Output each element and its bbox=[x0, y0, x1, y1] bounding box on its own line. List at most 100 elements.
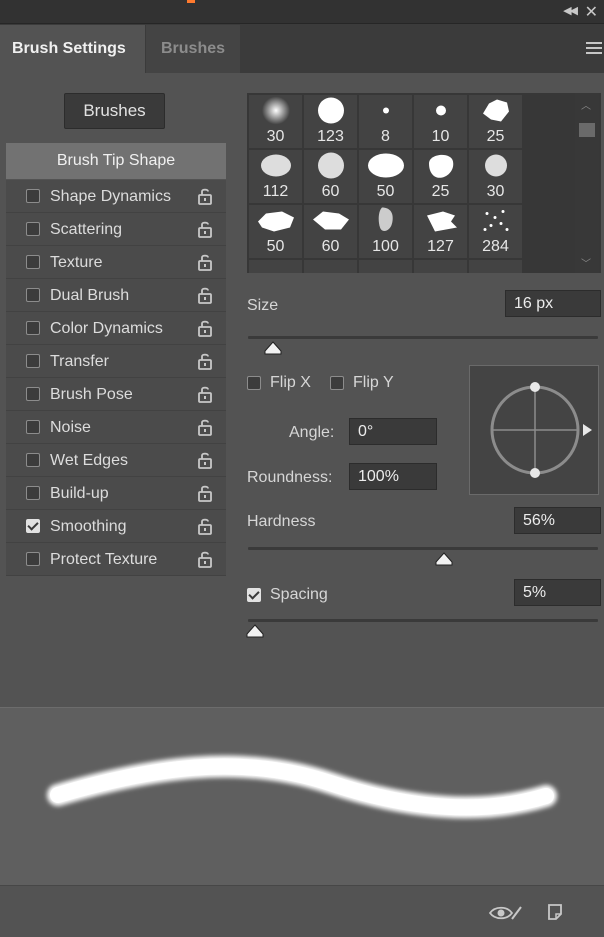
scrollbar-thumb[interactable] bbox=[579, 123, 595, 137]
lock-icon[interactable] bbox=[197, 187, 213, 205]
lock-icon[interactable] bbox=[197, 220, 213, 238]
brush-tip-shape-item[interactable]: Brush Tip Shape bbox=[6, 143, 226, 179]
brush-preset-tile[interactable]: 50 bbox=[249, 205, 302, 258]
brush-option-transfer[interactable]: Transfer bbox=[6, 345, 226, 378]
brush-option-color-dynamics[interactable]: Color Dynamics bbox=[6, 312, 226, 345]
brush-preset-tile[interactable] bbox=[414, 260, 467, 273]
panel-footer bbox=[0, 885, 604, 937]
new-preset-icon[interactable] bbox=[546, 903, 564, 921]
brush-preset-tile[interactable]: 60 bbox=[304, 150, 357, 203]
brush-tip-thumbnail bbox=[316, 151, 346, 186]
window-titlebar: ◀◀ ✕ bbox=[0, 0, 604, 24]
brush-preset-tile[interactable] bbox=[469, 260, 522, 273]
lock-icon[interactable] bbox=[197, 286, 213, 304]
brush-tip-thumbnail bbox=[434, 104, 448, 123]
brush-option-build-up[interactable]: Build-up bbox=[6, 477, 226, 510]
preset-scrollbar[interactable]: ︿ ﹀ bbox=[575, 93, 599, 273]
brush-settings-panel: Brushes Brush Tip Shape Shape Dynamics Sc… bbox=[0, 73, 604, 707]
brush-preset-size: 123 bbox=[317, 128, 344, 145]
brush-tip-thumbnail bbox=[259, 153, 293, 184]
brush-option-protect-texture[interactable]: Protect Texture bbox=[6, 543, 226, 576]
brush-preset-tile[interactable]: 50 bbox=[359, 150, 412, 203]
brush-preset-tile[interactable]: 30 bbox=[469, 150, 522, 203]
lock-icon[interactable] bbox=[197, 451, 213, 469]
brush-preset-tile[interactable]: 123 bbox=[304, 95, 357, 148]
angle-field[interactable]: 0° bbox=[349, 418, 437, 445]
angle-dial[interactable] bbox=[470, 366, 598, 494]
lock-icon[interactable] bbox=[197, 517, 213, 535]
brush-preset-tile[interactable]: 25 bbox=[469, 95, 522, 148]
brush-preset-size: 8 bbox=[381, 128, 390, 145]
option-checkbox[interactable] bbox=[26, 420, 40, 434]
brush-preset-tile[interactable] bbox=[304, 260, 357, 273]
brush-preset-tile[interactable] bbox=[359, 260, 412, 273]
brush-preset-tile[interactable]: 10 bbox=[414, 95, 467, 148]
option-checkbox[interactable] bbox=[26, 519, 40, 533]
angle-roundness-widget[interactable] bbox=[469, 365, 599, 495]
brush-preset-tile[interactable]: 100 bbox=[359, 205, 412, 258]
brush-preset-tile[interactable]: 112 bbox=[249, 150, 302, 203]
brush-option-texture[interactable]: Texture bbox=[6, 246, 226, 279]
option-label: Build-up bbox=[50, 485, 109, 502]
brush-option-scattering[interactable]: Scattering bbox=[6, 213, 226, 246]
option-checkbox[interactable] bbox=[26, 387, 40, 401]
option-checkbox[interactable] bbox=[26, 189, 40, 203]
brush-tip-thumbnail bbox=[481, 208, 511, 239]
brush-preset-tile[interactable]: 8 bbox=[359, 95, 412, 148]
brush-preset-tile[interactable]: 25 bbox=[414, 150, 467, 203]
flip-x-checkbox[interactable] bbox=[247, 376, 261, 390]
brush-option-shape-dynamics[interactable]: Shape Dynamics bbox=[6, 180, 226, 213]
spacing-field[interactable]: 5% bbox=[514, 579, 601, 606]
brush-option-noise[interactable]: Noise bbox=[6, 411, 226, 444]
brush-preset-tile[interactable]: 30 bbox=[249, 95, 302, 148]
brush-preset-tile[interactable] bbox=[249, 260, 302, 273]
brush-option-brush-pose[interactable]: Brush Pose bbox=[6, 378, 226, 411]
size-slider-track[interactable] bbox=[248, 336, 598, 339]
option-label: Dual Brush bbox=[50, 287, 130, 304]
size-field[interactable]: 16 px bbox=[505, 290, 601, 317]
toggle-visibility-icon[interactable] bbox=[488, 904, 524, 922]
option-label: Smoothing bbox=[50, 518, 127, 535]
close-icon[interactable]: ✕ bbox=[585, 2, 598, 22]
lock-icon[interactable] bbox=[197, 550, 213, 568]
flip-y-checkbox[interactable] bbox=[330, 376, 344, 390]
lock-icon[interactable] bbox=[197, 418, 213, 436]
brush-preset-size: 10 bbox=[431, 128, 450, 145]
brush-preset-tile[interactable]: 284 bbox=[469, 205, 522, 258]
option-checkbox[interactable] bbox=[26, 453, 40, 467]
lock-icon[interactable] bbox=[197, 319, 213, 337]
brush-option-smoothing[interactable]: Smoothing bbox=[6, 510, 226, 543]
lock-icon[interactable] bbox=[197, 352, 213, 370]
option-checkbox[interactable] bbox=[26, 288, 40, 302]
option-label: Texture bbox=[50, 254, 103, 271]
hardness-slider-track[interactable] bbox=[248, 547, 598, 550]
brush-option-dual-brush[interactable]: Dual Brush bbox=[6, 279, 226, 312]
scroll-down-icon[interactable]: ﹀ bbox=[581, 255, 591, 270]
option-checkbox[interactable] bbox=[26, 354, 40, 368]
option-checkbox[interactable] bbox=[26, 552, 40, 566]
lock-icon[interactable] bbox=[197, 253, 213, 271]
collapse-icon[interactable]: ◀◀ bbox=[563, 4, 578, 17]
brush-tip-thumbnail bbox=[423, 208, 459, 239]
spacing-slider-track[interactable] bbox=[248, 619, 598, 622]
lock-icon[interactable] bbox=[197, 484, 213, 502]
option-checkbox[interactable] bbox=[26, 255, 40, 269]
brushes-button[interactable]: Brushes bbox=[64, 93, 165, 129]
scroll-up-icon[interactable]: ︿ bbox=[581, 97, 591, 112]
brush-tip-thumbnail bbox=[376, 206, 396, 241]
panel-menu-icon[interactable] bbox=[586, 42, 602, 54]
size-label: Size bbox=[247, 297, 279, 314]
option-checkbox[interactable] bbox=[26, 321, 40, 335]
brush-preset-tile[interactable]: 127 bbox=[414, 205, 467, 258]
spacing-checkbox[interactable] bbox=[247, 588, 261, 602]
brush-option-wet-edges[interactable]: Wet Edges bbox=[6, 444, 226, 477]
option-checkbox[interactable] bbox=[26, 222, 40, 236]
brush-tip-thumbnail bbox=[256, 208, 296, 239]
tab-brushes[interactable]: Brushes bbox=[146, 25, 240, 73]
lock-icon[interactable] bbox=[197, 385, 213, 403]
tab-brush-settings[interactable]: Brush Settings bbox=[0, 25, 145, 73]
option-checkbox[interactable] bbox=[26, 486, 40, 500]
roundness-field[interactable]: 100% bbox=[349, 463, 437, 490]
hardness-field[interactable]: 56% bbox=[514, 507, 601, 534]
brush-preset-tile[interactable]: 60 bbox=[304, 205, 357, 258]
